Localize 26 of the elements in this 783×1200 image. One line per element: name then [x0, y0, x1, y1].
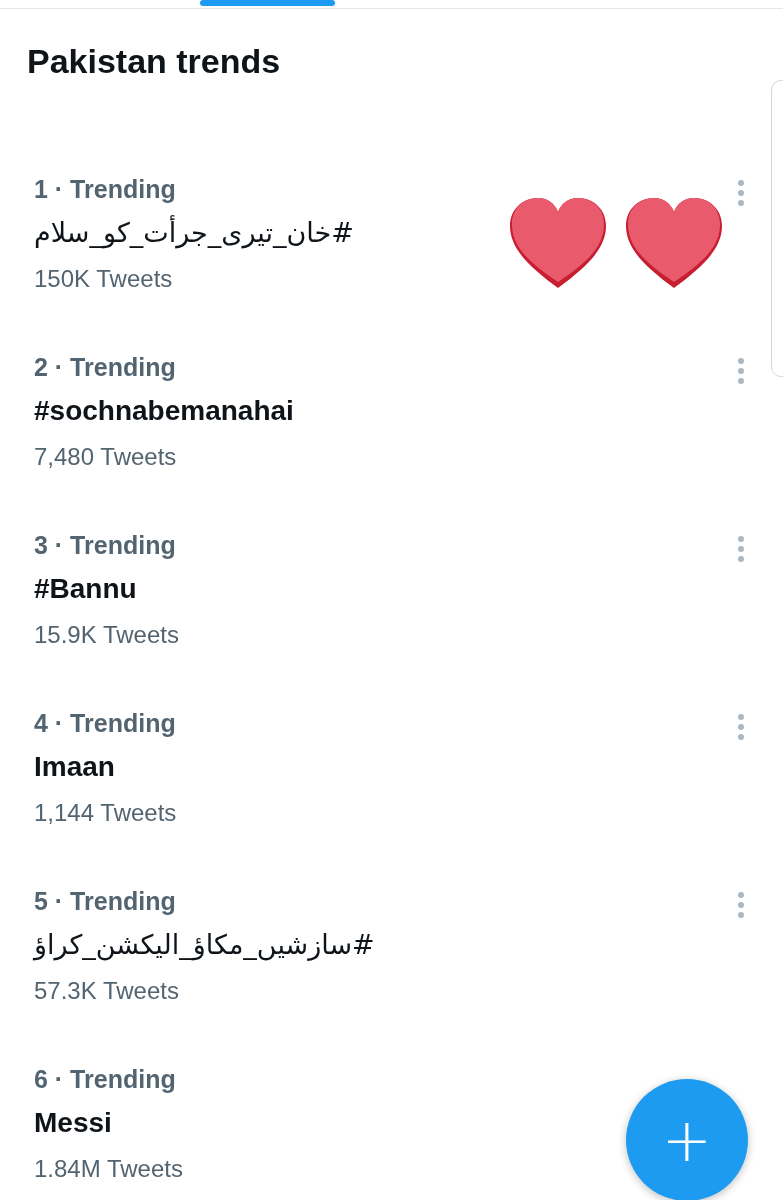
- tweet-count: 1,144 Tweets: [34, 798, 177, 828]
- more-icon[interactable]: [737, 357, 745, 385]
- trend-context: 2 · Trending: [34, 352, 176, 383]
- trend-context: 3 · Trending: [34, 530, 176, 561]
- tweet-count: 7,480 Tweets: [34, 442, 177, 472]
- trend-name[interactable]: #خان_تیری_جرأت_کو_سلام: [34, 209, 354, 257]
- trend-context: 1 · Trending: [34, 174, 176, 205]
- trend-name[interactable]: #سازشیں_مکاؤ_الیکشن_کراؤ: [34, 921, 375, 969]
- trend-context: 4 · Trending: [34, 708, 176, 739]
- trend-context: 6 · Trending: [34, 1064, 176, 1095]
- more-icon[interactable]: [737, 713, 745, 741]
- trend-name[interactable]: #sochnabemanahai: [34, 387, 294, 435]
- more-icon[interactable]: [737, 179, 745, 207]
- tweet-count: 1.84M Tweets: [34, 1154, 183, 1184]
- tweet-count: 15.9K Tweets: [34, 620, 179, 650]
- page-title: Pakistan trends: [27, 41, 282, 82]
- trend-context: 5 · Trending: [34, 886, 176, 917]
- more-icon[interactable]: [737, 891, 745, 919]
- trend-name[interactable]: Messi: [34, 1099, 112, 1147]
- heart-icon: [510, 198, 606, 288]
- tweet-count: 150K Tweets: [34, 264, 173, 294]
- trend-name[interactable]: #Bannu: [34, 565, 137, 613]
- heart-icon: [626, 198, 722, 288]
- more-icon[interactable]: [737, 535, 745, 563]
- trend-name[interactable]: Imaan: [34, 743, 115, 791]
- tweet-count: 57.3K Tweets: [34, 976, 179, 1006]
